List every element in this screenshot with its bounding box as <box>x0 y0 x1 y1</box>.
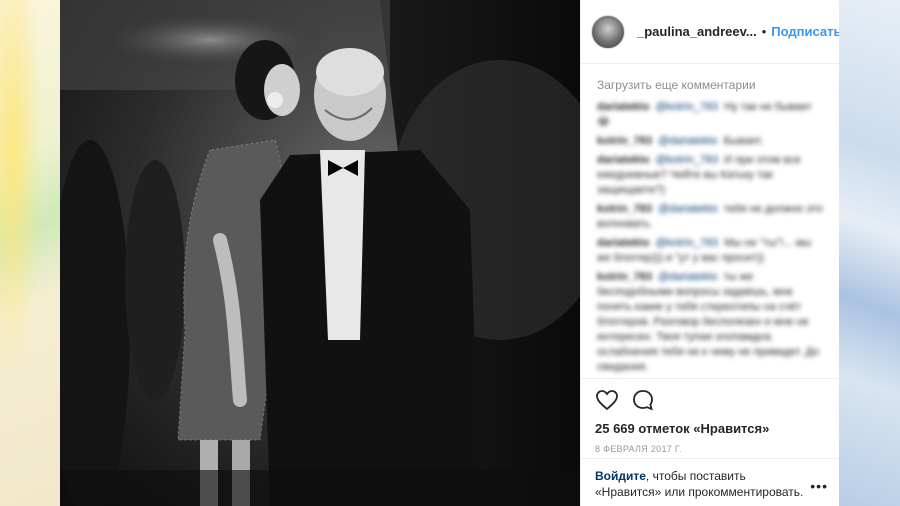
comment-username[interactable]: kotrin_783 <box>597 271 652 283</box>
comment-username[interactable]: dariatekto <box>597 154 650 166</box>
login-text-2: «Нравится» или прокомментировать. <box>595 485 804 499</box>
photo-illustration <box>60 0 580 506</box>
login-link[interactable]: Войдите <box>595 469 646 483</box>
post-actions: 25 669 отметок «Нравится» 8 ФЕВРАЛЯ 2017… <box>581 378 839 454</box>
login-prompt: Войдите, чтобы поставить «Нравится» или … <box>581 458 839 506</box>
comment-mention[interactable]: @dariatekto <box>658 271 717 283</box>
comment-item: kotrin_783 @dariatekto ты же бесподобным… <box>597 270 823 375</box>
comment-icon[interactable] <box>631 388 655 412</box>
login-text: , чтобы поставить <box>645 469 746 483</box>
comment-item: dariatekto @kotrin_783 И при этом все еж… <box>597 153 823 198</box>
follow-button[interactable]: Подписаться <box>771 24 839 39</box>
comment-item: kotrin_783 @dariatekto тебя не должно эт… <box>597 202 823 232</box>
comment-mention[interactable]: @kotrin_783 <box>656 237 719 249</box>
load-more-comments-button[interactable]: Загрузить еще комментарии <box>597 78 823 92</box>
likes-count[interactable]: 25 669 отметок «Нравится» <box>595 421 826 436</box>
heart-icon[interactable] <box>595 388 619 412</box>
post-sidebar: _paulina_andreev... • Подписаться Загруз… <box>580 0 839 506</box>
background-left <box>0 0 60 506</box>
avatar[interactable] <box>591 14 625 49</box>
comments-list: Загрузить еще комментарии dariatekto @ko… <box>581 64 839 375</box>
post-header: _paulina_andreev... • Подписаться <box>581 0 839 64</box>
comment-username[interactable]: dariatekto <box>597 237 650 249</box>
comment-username[interactable]: kotrin_783 <box>597 203 652 215</box>
action-icons <box>595 379 826 413</box>
post-date: 8 ФЕВРАЛЯ 2017 Г. <box>595 444 682 454</box>
comment-username[interactable]: kotrin_783 <box>597 135 652 147</box>
instagram-post: _paulina_andreev... • Подписаться Загруз… <box>60 0 839 506</box>
comment-text: Бывает. <box>723 135 764 147</box>
comment-text: ты же бесподобными вопросы задаёшь, мне … <box>597 271 819 373</box>
comment-item: dariatekto @kotrin_783 Ну так не бывает … <box>597 100 823 130</box>
separator-dot: • <box>761 24 767 39</box>
post-photo <box>60 0 580 506</box>
username-link[interactable]: _paulina_andreev... <box>637 24 757 39</box>
comment-username[interactable]: dariatekto <box>597 101 650 113</box>
comment-mention[interactable]: @dariatekto <box>658 135 717 147</box>
comment-item: kotrin_783 @dariatekto Бывает. <box>597 134 823 149</box>
comment-item: dariatekto @kotrin_783 Мы не "ты"!... мы… <box>597 236 823 266</box>
comment-mention[interactable]: @kotrin_783 <box>656 101 719 113</box>
comment-mention[interactable]: @kotrin_783 <box>656 154 719 166</box>
more-options-icon[interactable]: ••• <box>810 478 828 494</box>
background-right <box>839 0 900 506</box>
comment-mention[interactable]: @dariatekto <box>658 203 717 215</box>
